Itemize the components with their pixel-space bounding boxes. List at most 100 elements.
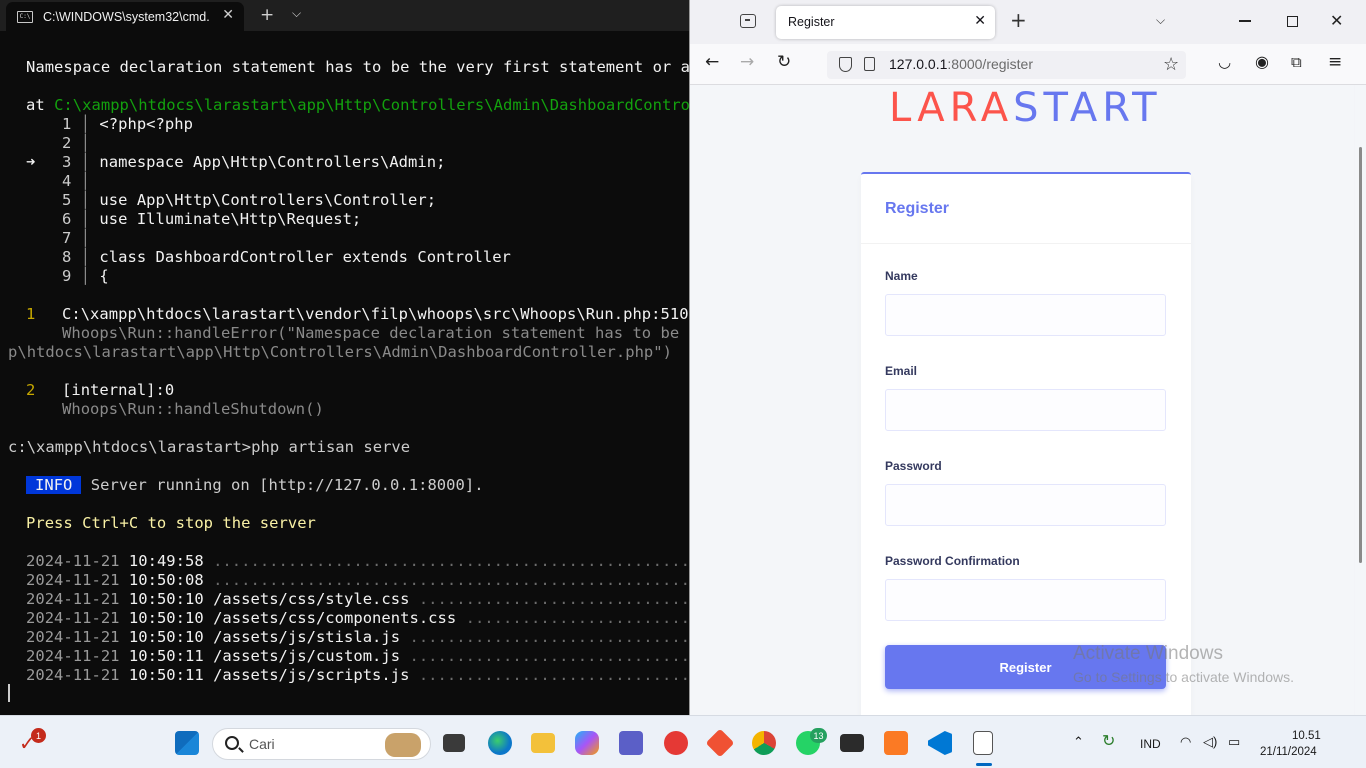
command-prompt: c:\xampp\htdocs\larastart>php artisan se… [8, 438, 411, 456]
info-line: INFO Server running on [http://127.0.0.1… [26, 476, 484, 495]
terminal-window: C:\ C:\WINDOWS\system32\cmd. ✕ + ⌵ Names… [0, 0, 690, 715]
scrollbar[interactable] [1355, 85, 1366, 715]
password-confirmation-field[interactable] [885, 579, 1166, 621]
card-title: Register [885, 200, 950, 217]
log-line: 2024-11-21 10:50:10 /assets/js/stisla.js… [26, 628, 690, 646]
battery-icon[interactable]: ▭ [1228, 734, 1240, 750]
terminal-tab[interactable]: C:\ C:\WINDOWS\system32\cmd. ✕ [6, 2, 244, 31]
shield-icon[interactable] [839, 57, 852, 72]
new-tab-icon[interactable]: + [1010, 10, 1027, 30]
email-label: Email [885, 364, 918, 378]
back-icon[interactable]: ← [705, 52, 719, 72]
start-icon[interactable] [175, 731, 199, 755]
browser-window: Register ✕ + ⌵ ✕ ← → ↻ 127.0.0.1:8000/re… [689, 0, 1366, 715]
minimize-icon[interactable] [1239, 20, 1251, 22]
notification-badge: 1 [31, 728, 46, 743]
error-location: at C:\xampp\htdocs\larastart\app\Http\Co… [26, 96, 690, 115]
frame-location: [internal]:0 [62, 381, 175, 399]
frame-number: 2 [26, 381, 36, 399]
frame-number: 1 [26, 305, 36, 323]
search-icon [225, 736, 239, 750]
extensions-icon[interactable]: ⧉ [1291, 52, 1302, 72]
close-tab-icon[interactable]: ✕ [222, 7, 234, 23]
teams-icon[interactable] [619, 731, 643, 755]
url-text[interactable]: 127.0.0.1:8000/register [889, 56, 1033, 72]
clock-date[interactable]: 21/11/2024 [1260, 746, 1317, 758]
sync-icon[interactable]: ↻ [1102, 731, 1115, 751]
frame-call: Whoops\Run::handleShutdown() [62, 400, 324, 418]
maximize-icon[interactable] [1287, 16, 1298, 27]
code-line: 4 │ [62, 172, 100, 190]
forward-icon[interactable]: → [740, 52, 754, 72]
search-box[interactable]: Cari [212, 728, 431, 760]
browser-tab[interactable]: Register ✕ [776, 6, 995, 39]
taskbar: ✓ 1 Cari 13 ⌃ ↻ IND ◠ ◁) ▭ 10.51 21/11/2… [0, 715, 1366, 768]
notepad-icon[interactable] [973, 731, 993, 755]
card-header: Register [861, 174, 1191, 244]
code-line: 8 │ class DashboardController extends Co… [62, 248, 511, 266]
page-icon[interactable] [864, 57, 875, 71]
reload-icon[interactable]: ↻ [777, 52, 791, 72]
wifi-icon[interactable]: ◠ [1180, 734, 1191, 750]
menu-icon[interactable]: ≡ [1328, 52, 1342, 72]
email-field[interactable] [885, 389, 1166, 431]
password-field[interactable] [885, 484, 1166, 526]
cmd-icon: C:\ [17, 10, 33, 23]
terminal-tab-title: C:\WINDOWS\system32\cmd. [43, 9, 210, 24]
log-line: 2024-11-21 10:49:58 ....................… [26, 552, 690, 570]
text-cursor [8, 684, 10, 702]
code-line: 6 │ use Illuminate\Http\Request; [62, 210, 362, 228]
error-message: Namespace declaration statement has to b… [26, 58, 690, 76]
info-badge: INFO [26, 476, 82, 494]
code-line: 7 │ [62, 229, 100, 247]
copilot-icon[interactable] [575, 731, 599, 755]
wps-icon[interactable] [664, 731, 688, 755]
at-label: at [26, 96, 45, 114]
code-line: 2 │ [62, 134, 100, 152]
log-line: 2024-11-21 10:50:08 ....................… [26, 571, 690, 589]
xampp-icon[interactable] [884, 731, 908, 755]
close-tab-icon[interactable]: ✕ [974, 13, 986, 29]
chevron-down-icon[interactable]: ⌵ [292, 6, 301, 21]
chrome-icon[interactable] [752, 731, 776, 755]
arrow-icon: ➜ [26, 153, 36, 171]
volume-icon[interactable]: ◁) [1203, 734, 1217, 750]
git-icon[interactable] [705, 728, 735, 758]
search-placeholder: Cari [249, 736, 275, 752]
name-label: Name [885, 269, 918, 283]
close-window-icon[interactable]: ✕ [1330, 11, 1343, 30]
new-tab-icon[interactable]: + [260, 5, 274, 25]
language-indicator[interactable]: IND [1140, 737, 1161, 751]
password-confirmation-label: Password Confirmation [885, 554, 1020, 568]
list-all-tabs-icon[interactable] [740, 14, 756, 28]
register-card: Register Name Email Password Password Co… [861, 172, 1191, 715]
error-file-path: C:\xampp\htdocs\larastart\app\Http\Contr… [54, 96, 690, 114]
clock-time[interactable]: 10.51 [1292, 730, 1321, 742]
password-label: Password [885, 459, 942, 473]
terminal-output[interactable]: Namespace declaration statement has to b… [0, 31, 690, 715]
pocket-icon[interactable]: ◡ [1218, 52, 1231, 72]
vscode-icon[interactable] [928, 731, 952, 755]
address-bar[interactable]: 127.0.0.1:8000/register ☆ [827, 51, 1186, 79]
server-running-text: Server running on [http://127.0.0.1:8000… [90, 476, 484, 494]
folder-icon[interactable] [531, 733, 555, 753]
browser-toolbar: ← → ↻ 127.0.0.1:8000/register ☆ ◡ ◉ ⧉ ≡ [690, 44, 1366, 85]
log-line: 2024-11-21 10:50:10 /assets/css/style.cs… [26, 590, 690, 608]
log-line: 2024-11-21 10:50:11 /assets/js/scripts.j… [26, 666, 690, 684]
scrollbar-thumb[interactable] [1359, 147, 1362, 563]
brand-logo: LARASTART [889, 85, 1162, 131]
log-line: 2024-11-21 10:50:11 /assets/js/custom.js… [26, 647, 690, 665]
edge-icon[interactable] [488, 731, 512, 755]
browser-tab-title: Register [788, 15, 835, 29]
code-line: 3 │ namespace App\Http\Controllers\Admin… [62, 153, 446, 171]
terminal-icon[interactable] [840, 734, 864, 752]
chevron-up-icon[interactable]: ⌃ [1073, 734, 1084, 750]
bookmark-star-icon[interactable]: ☆ [1163, 54, 1179, 75]
page-viewport[interactable]: LARASTART Register Name Email Password P… [690, 85, 1354, 715]
stop-server-hint: Press Ctrl+C to stop the server [26, 514, 316, 532]
name-field[interactable] [885, 294, 1166, 336]
chevron-down-icon[interactable]: ⌵ [1156, 13, 1165, 28]
account-icon[interactable]: ◉ [1255, 52, 1269, 72]
task-view-icon[interactable] [443, 734, 465, 752]
search-highlight-image [385, 733, 421, 757]
